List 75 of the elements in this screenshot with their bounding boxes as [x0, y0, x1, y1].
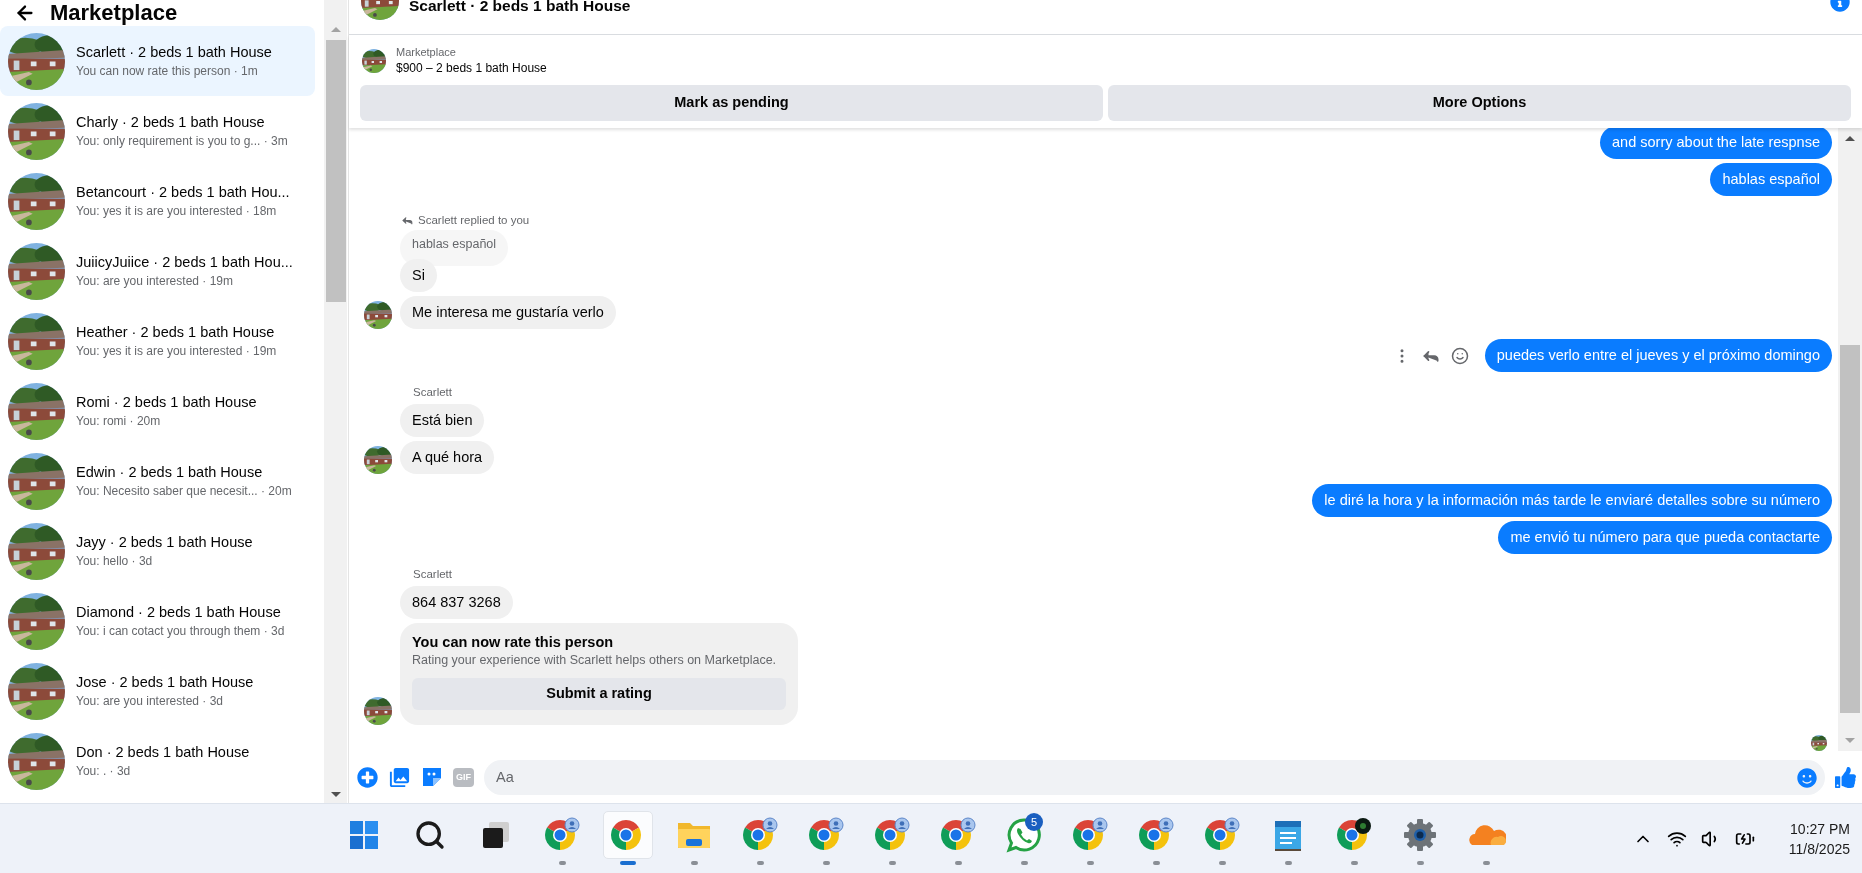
received-message: 864 837 3268 — [400, 586, 513, 619]
conversation-title: JuiicyJuiice · 2 beds 1 bath Hou... — [76, 253, 293, 272]
scroll-thumb[interactable] — [325, 40, 346, 302]
scrollbar[interactable] — [324, 0, 347, 803]
clock-time[interactable]: 10:27 PM — [1790, 818, 1850, 839]
conversation-preview: You: yes it is are you interested · 19m — [76, 343, 277, 360]
clock-date[interactable]: 11/8/2025 — [1788, 838, 1850, 859]
submit-rating-button[interactable]: Submit a rating — [412, 678, 786, 710]
received-message: Si — [400, 259, 437, 292]
add-icon[interactable] — [357, 766, 378, 788]
conversation-title: Heather · 2 beds 1 bath House — [76, 323, 276, 342]
conversation-preview: You: are you interested · 19m — [76, 273, 234, 290]
received-message: A qué hora — [400, 441, 495, 474]
chrome-icon — [1336, 816, 1372, 853]
search-icon — [414, 818, 446, 851]
conversation-preview: You: i can cotact you through them · 3d — [76, 623, 285, 640]
conversation-preview: You can now rate this person · 1m — [76, 63, 259, 80]
sidebar-title: Marketplace — [50, 0, 178, 26]
sticker-icon[interactable] — [421, 766, 443, 788]
scrollbar[interactable] — [1838, 128, 1862, 751]
message-input[interactable]: Aa — [484, 759, 1825, 795]
sent-message: puedes verlo entre el jueves y el próximo domingo — [1484, 339, 1832, 372]
sender-name: Scarlett — [413, 567, 452, 582]
scroll-thumb[interactable] — [1840, 345, 1860, 713]
sent-message: and sorry about the late respnse — [1600, 126, 1832, 159]
scroll-down-icon[interactable] — [330, 792, 341, 797]
chrome-icon — [1138, 816, 1174, 853]
notification-badge: 5 — [1025, 812, 1043, 831]
listing-source: Marketplace — [396, 45, 457, 60]
emoji-icon[interactable] — [1797, 767, 1817, 788]
conversation-item[interactable]: Scarlett · 2 beds 1 bath House You can now rate this person · 1m — [0, 26, 315, 96]
quoted-message: hablas español — [400, 230, 509, 266]
conversation-preview: You: romi · 20m — [76, 413, 162, 430]
chrome-icon — [808, 816, 844, 853]
received-message: Está bien — [400, 404, 485, 437]
conversation-title: Scarlett · 2 beds 1 bath House — [76, 43, 272, 62]
taskbar-button[interactable]: 5 — [999, 810, 1049, 859]
conversation-preview: You: . · 3d — [76, 763, 132, 780]
emoji-icon[interactable] — [1450, 346, 1469, 365]
conversation-title: Romi · 2 beds 1 bath House — [76, 393, 257, 412]
card-text: Rating your experience with Scarlett helps others on Marketplace. — [412, 652, 778, 669]
like-icon[interactable] — [1835, 766, 1856, 788]
conversation-preview: You: only requirement is you to g... · 3m — [76, 133, 288, 150]
chrome-icon — [544, 816, 580, 853]
windows-icon — [349, 819, 379, 850]
listing-title: $900 – 2 beds 1 bath House — [396, 60, 547, 77]
conversation-preview: You: hello · 3d — [76, 553, 154, 570]
conversation-title: Don · 2 beds 1 bath House — [76, 743, 250, 762]
conversation-title: Charly · 2 beds 1 bath House — [76, 113, 266, 132]
sent-message: hablas español — [1710, 163, 1832, 196]
chrome-icon — [874, 816, 910, 853]
conversation-preview: You: are you interested · 3d — [76, 693, 224, 710]
sender-name: Scarlett — [413, 385, 452, 400]
conversation-preview: You: yes it is are you interested · 18m — [76, 203, 278, 220]
chrome-icon — [1204, 816, 1240, 853]
conversation-title: Jose · 2 beds 1 bath House — [76, 673, 254, 692]
conversation-title: Jayy · 2 beds 1 bath House — [76, 533, 253, 552]
sent-message: le diré la hora y la información más tarde le enviaré detalles sobre su número — [1312, 484, 1832, 517]
chat-title: Scarlett · 2 beds 1 bath House — [409, 0, 631, 15]
conversation-title: Diamond · 2 beds 1 bath House — [76, 603, 282, 622]
gear-icon — [1402, 816, 1438, 853]
conversation-title: Edwin · 2 beds 1 bath House — [76, 463, 264, 482]
received-message: Me interesa me gustaría verlo — [400, 296, 616, 329]
chrome-icon — [1072, 816, 1108, 853]
chrome-icon — [940, 816, 976, 853]
action-button[interactable]: More Options — [1108, 85, 1851, 121]
reply-note: Scarlett replied to you — [418, 213, 530, 228]
conversation-preview: You: Necesito saber que necesit... · 20m — [76, 483, 292, 500]
action-button[interactable]: Mark as pending — [360, 85, 1103, 121]
conversation-title: Betancourt · 2 beds 1 bath Hou... — [76, 183, 290, 202]
card-title: You can now rate this person — [412, 633, 615, 652]
chrome-icon — [742, 816, 778, 853]
photo-icon[interactable] — [388, 765, 411, 789]
scroll-up-icon[interactable] — [1845, 136, 1855, 141]
sent-message: me envió tu número para que pueda contactarte — [1498, 521, 1832, 554]
